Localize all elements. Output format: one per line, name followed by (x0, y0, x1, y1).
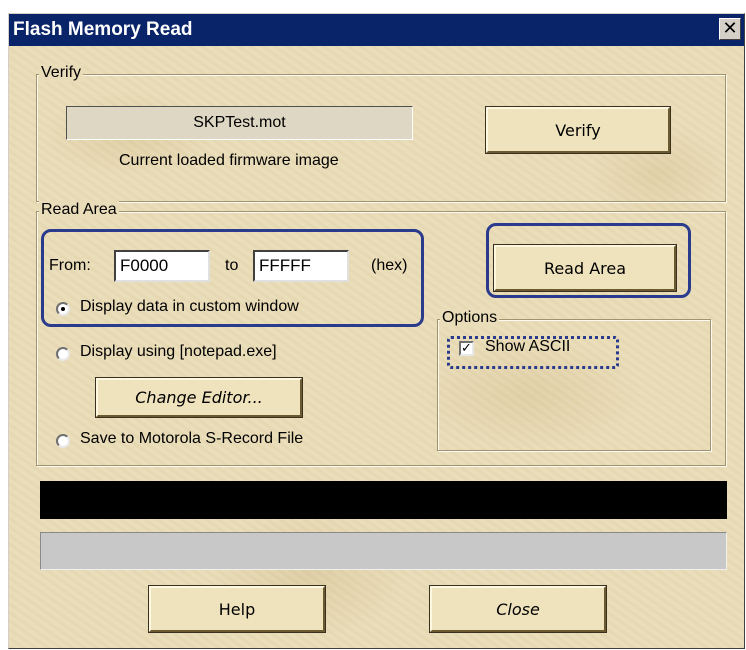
radio-notepad-label[interactable]: Display using [notepad.exe] (80, 343, 277, 361)
verify-group-label: Verify (39, 64, 84, 82)
firmware-description: Current loaded firmware image (119, 152, 339, 169)
show-ascii-highlight (447, 336, 619, 369)
close-icon[interactable]: ✕ (719, 18, 741, 40)
radio-notepad[interactable] (56, 347, 70, 361)
flash-memory-read-dialog: Flash Memory Read ✕ Verify SKPTest.mot C… (8, 13, 745, 649)
read-area-group-label: Read Area (39, 201, 119, 219)
loaded-filename: SKPTest.mot (66, 106, 413, 140)
close-button[interactable]: Close (429, 585, 607, 633)
radio-srecord[interactable] (56, 434, 70, 448)
title-bar[interactable]: Flash Memory Read ✕ (9, 14, 744, 46)
status-bar (40, 532, 727, 570)
radio-srecord-label[interactable]: Save to Motorola S-Record File (80, 430, 303, 448)
window-title: Flash Memory Read (13, 19, 193, 40)
read-area-button-highlight (486, 223, 691, 298)
progress-bar (40, 481, 727, 519)
help-button[interactable]: Help (148, 585, 326, 633)
options-group-label: Options (440, 309, 500, 327)
verify-button[interactable]: Verify (485, 106, 671, 154)
change-editor-button[interactable]: Change Editor... (95, 377, 303, 418)
address-range-highlight (41, 229, 424, 327)
